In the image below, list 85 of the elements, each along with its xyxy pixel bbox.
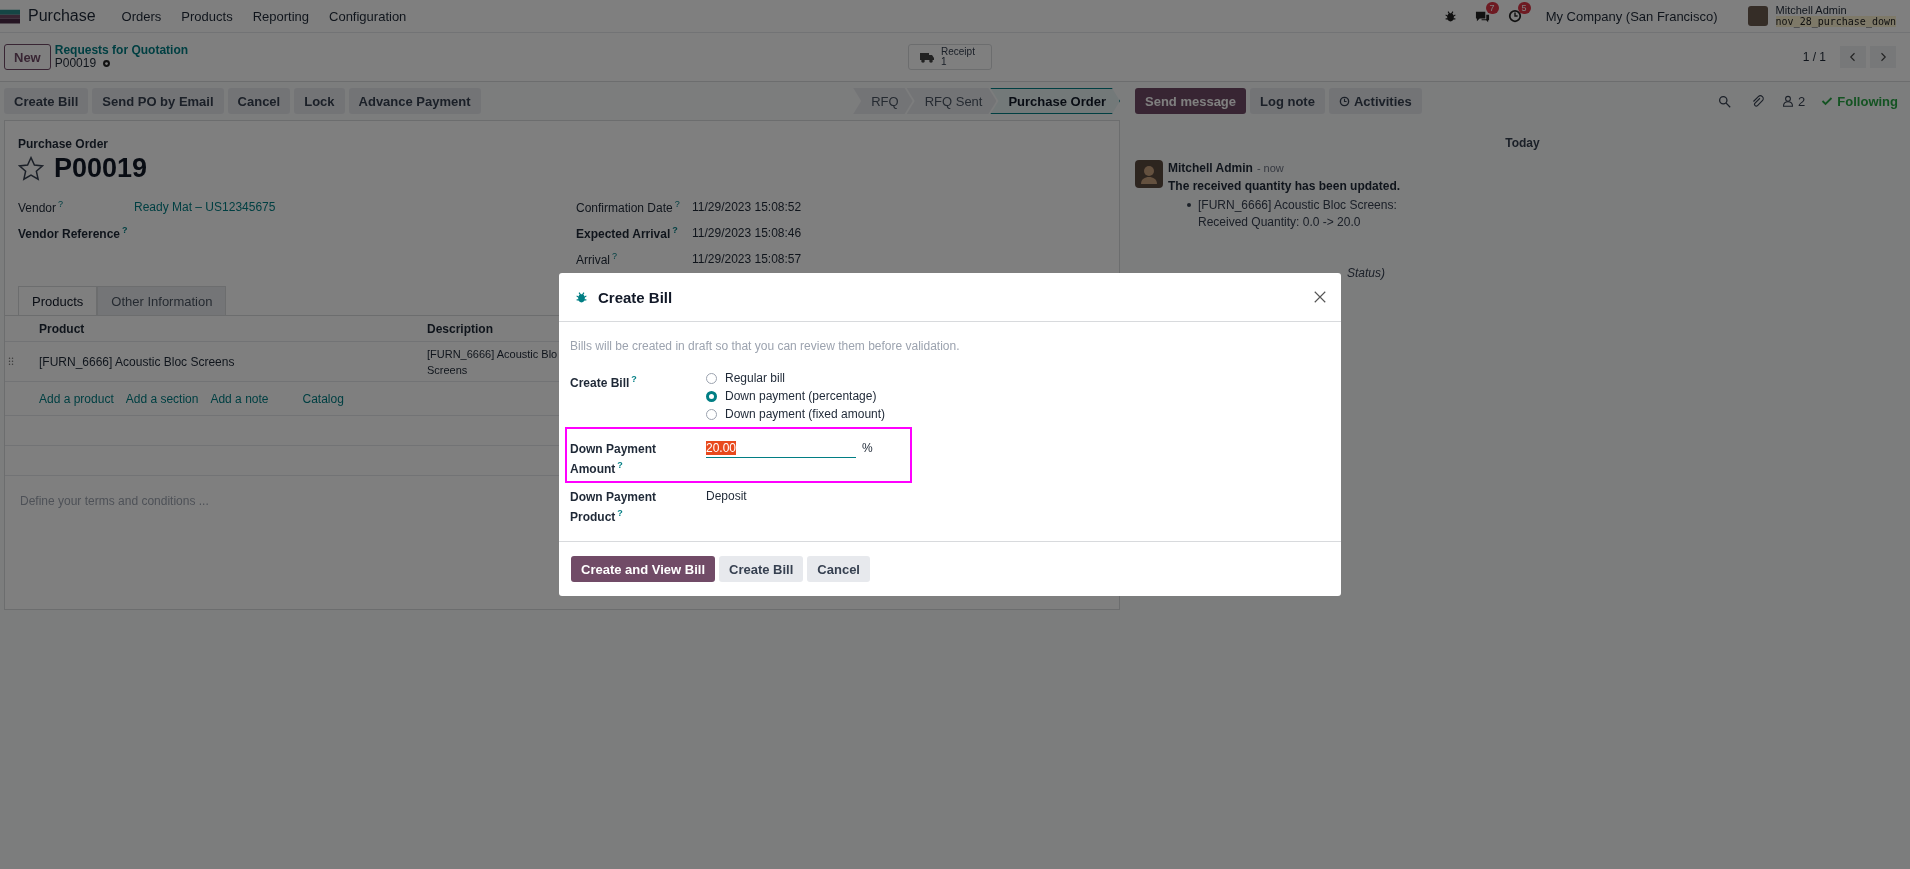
bullet-icon	[1187, 203, 1191, 207]
radio-option[interactable]: Down payment (percentage)	[706, 389, 1330, 403]
receipt-button[interactable]: Receipt 1	[908, 44, 992, 70]
field-label: Confirmation Date$^{?}$	[576, 199, 681, 215]
breadcrumb-link[interactable]: Requests for Quotation	[54, 44, 189, 57]
chatter-button[interactable]: Activities	[1328, 88, 1422, 114]
radio-option[interactable]: Regular bill	[706, 371, 1330, 385]
notification-badge: 7	[1485, 1, 1499, 14]
form-subtitle: Purchase Order	[17, 137, 110, 151]
menu-item[interactable]: Reporting	[252, 8, 309, 24]
tab[interactable]: Other Information	[97, 286, 227, 316]
field-value: 11/29/2023 15:08:52	[692, 200, 803, 214]
field-label: Vendor Reference$^{?}$	[18, 225, 129, 241]
action-button[interactable]: Advance Payment	[348, 88, 481, 114]
table-cell: [FURN_6666] Acoustic Bloc Screens	[39, 353, 235, 370]
check-icon	[1821, 95, 1834, 107]
message-time: - now	[1256, 162, 1284, 174]
clock-icon[interactable]	[1507, 9, 1522, 23]
menu-item[interactable]: Products	[181, 8, 233, 24]
dialog-title: Create Bill	[598, 288, 673, 306]
clock-icon	[1338, 95, 1350, 107]
field-value: Deposit	[706, 489, 748, 505]
status-stage[interactable]: RFQ	[853, 88, 913, 114]
record-title: P00019	[54, 153, 148, 184]
status-stage[interactable]: Purchase Order	[990, 88, 1120, 114]
field-value: 11/29/2023 15:08:46	[692, 226, 803, 240]
dialog-button[interactable]: Cancel	[807, 556, 870, 582]
vendor-link[interactable]: Ready Mat – US12345675	[134, 200, 576, 214]
field-label: Down Payment Amount$^{?}$	[570, 441, 657, 477]
field-label: Down Payment Product$^{?}$	[570, 489, 657, 525]
action-button[interactable]: Lock	[294, 88, 345, 114]
date-separator: Today	[1505, 136, 1540, 150]
bug-icon	[575, 290, 588, 304]
add-line-link[interactable]: Catalog	[302, 391, 344, 406]
paperclip-icon[interactable]	[1751, 94, 1765, 108]
notification-badge: 5	[1517, 2, 1531, 14]
add-line-link[interactable]: Add a note	[210, 391, 269, 406]
follower-count[interactable]: 2	[1798, 93, 1806, 109]
bug-icon[interactable]	[1443, 9, 1457, 23]
star-icon[interactable]	[18, 155, 44, 182]
chatter-button[interactable]: Send message	[1135, 88, 1247, 114]
message-line: [FURN_6666] Acoustic Bloc Screens: Received Quantity: 0.0 -> 20.0	[1198, 197, 1398, 231]
dialog-intro: Bills will be created in draft so that you can review them before validation.	[570, 339, 961, 353]
field-label: Expected Arrival$^{?}$	[576, 225, 679, 241]
user-avatar[interactable]	[1747, 6, 1768, 26]
message-title: The received quantity has been updated.	[1168, 179, 1402, 193]
close-icon[interactable]	[1313, 290, 1327, 304]
new-button[interactable]: New	[4, 44, 51, 70]
message-author: Mitchell Admin	[1168, 161, 1253, 175]
company-name[interactable]: My Company (San Francisco)	[1545, 8, 1718, 24]
amount-field[interactable]: 20.00	[706, 441, 856, 458]
record-name: P00019	[54, 57, 97, 70]
database-name: nov_28_purchase_down	[1775, 16, 1896, 27]
action-button[interactable]: Create Bill	[4, 88, 89, 114]
percent-sign: %	[862, 441, 873, 455]
person-icon[interactable]	[1782, 95, 1795, 107]
add-line-link[interactable]: Add a section	[125, 391, 199, 406]
field-label: Create Bill$^{?}$	[570, 373, 638, 392]
field-value: 11/29/2023 15:08:57	[692, 252, 803, 266]
status-stage[interactable]: RFQ Sent	[906, 88, 997, 114]
action-button[interactable]: Cancel	[227, 88, 291, 114]
pager-count: 1 / 1	[1802, 50, 1826, 64]
search-icon[interactable]	[1718, 94, 1732, 108]
radio-icon[interactable]	[706, 390, 717, 402]
dialog-button[interactable]: Create Bill	[719, 556, 804, 582]
add-line-link[interactable]: Add a product	[39, 391, 114, 406]
gear-icon[interactable]	[101, 58, 113, 69]
action-button[interactable]: Send PO by Email	[92, 88, 224, 114]
message-text: Status)	[1347, 266, 1386, 280]
app-name[interactable]: Purchase	[28, 7, 96, 25]
menu-item[interactable]: Configuration	[329, 8, 407, 24]
chatter-button[interactable]: Log note	[1250, 88, 1325, 114]
table-cell-text: [FURN_6666] Acoustic Blo Screens	[427, 346, 558, 378]
following-button[interactable]: Following	[1821, 93, 1898, 109]
column-header[interactable]: Product	[39, 321, 427, 336]
previous-button[interactable]	[1840, 46, 1866, 68]
field-label: Vendor$^{?}$	[18, 199, 65, 215]
dialog-button[interactable]: Create and View Bill	[571, 556, 716, 582]
radio-option[interactable]: Down payment (fixed amount)	[706, 407, 1330, 421]
menu-item[interactable]: Orders	[121, 8, 162, 24]
user-name[interactable]: Mitchell Admin	[1775, 5, 1896, 16]
field-label: Arrival$^{?}$	[576, 251, 619, 267]
author-avatar	[1135, 160, 1163, 188]
next-button[interactable]	[1870, 46, 1896, 68]
tab[interactable]: Products	[18, 286, 98, 316]
